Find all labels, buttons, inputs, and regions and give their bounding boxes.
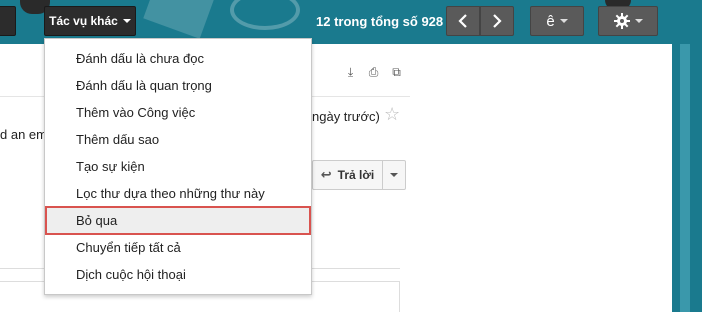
more-actions-menu: Đánh dấu là chưa đọc Đánh dấu là quan tr… <box>44 38 312 295</box>
theme-decoration <box>230 0 300 30</box>
print-icon[interactable]: ⎙ <box>367 66 380 79</box>
menu-item-mark-important[interactable]: Đánh dấu là quan trọng <box>45 72 311 99</box>
scrollbar[interactable] <box>680 44 690 312</box>
input-tools-label: ê <box>546 12 555 30</box>
settings-button[interactable] <box>598 6 658 36</box>
chevron-down-icon <box>122 19 131 23</box>
theme-decoration <box>143 0 217 39</box>
chevron-down-icon <box>634 19 643 23</box>
chevron-right-icon <box>493 14 502 28</box>
star-icon[interactable]: ☆ <box>384 104 400 125</box>
menu-item-translate[interactable]: Dịch cuộc hội thoại <box>45 261 311 288</box>
message-action-icons: ⤓ ⎙ ⧉ <box>344 66 403 79</box>
next-conversation-button[interactable] <box>480 6 514 36</box>
reply-arrow-icon: ↩ <box>320 167 332 182</box>
pager-count: 12 trong tổng số 928 <box>316 14 444 29</box>
reply-button[interactable]: ↩ Trả lời <box>313 161 383 189</box>
toolbar-button-partial[interactable] <box>0 6 16 36</box>
message-date-partial: ngày trước) <box>312 109 380 124</box>
chevron-left-icon <box>458 14 467 28</box>
menu-item-mute[interactable]: Bỏ qua <box>45 206 311 235</box>
message-sender-partial: d an em <box>0 127 47 142</box>
menu-item-forward-all[interactable]: Chuyển tiếp tất cả <box>45 234 311 261</box>
menu-item-create-event[interactable]: Tạo sự kiện <box>45 153 311 180</box>
menu-item-add-to-tasks[interactable]: Thêm vào Công việc <box>45 99 311 126</box>
input-tools-button[interactable]: ê <box>530 6 584 36</box>
menu-item-filter-messages[interactable]: Lọc thư dựa theo những thư này <box>45 180 311 207</box>
chevron-down-icon <box>559 19 568 23</box>
reply-label: Trả lời <box>337 168 375 182</box>
download-icon[interactable]: ⤓ <box>344 66 357 79</box>
reply-button-group: ↩ Trả lời <box>312 160 406 190</box>
prev-conversation-button[interactable] <box>446 6 480 36</box>
reply-more-button[interactable] <box>383 161 405 189</box>
more-actions-button[interactable]: Tác vụ khác <box>44 6 136 36</box>
menu-item-mark-unread[interactable]: Đánh dấu là chưa đọc <box>45 45 311 72</box>
menu-item-add-star[interactable]: Thêm dấu sao <box>45 126 311 153</box>
right-scroll-area <box>672 44 702 312</box>
new-window-icon[interactable]: ⧉ <box>390 66 403 79</box>
chevron-down-icon <box>390 173 398 177</box>
more-actions-label: Tác vụ khác <box>49 14 118 28</box>
gear-icon <box>613 13 630 29</box>
